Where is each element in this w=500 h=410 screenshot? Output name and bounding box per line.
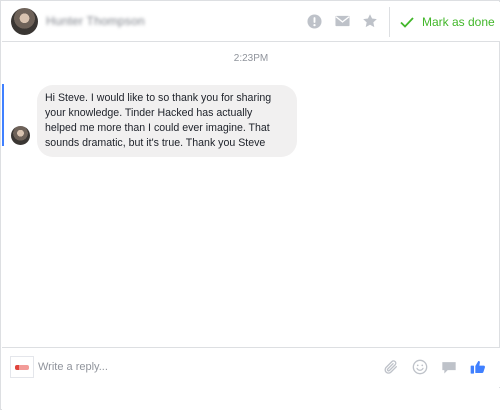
message-bubble: Hi Steve. I would like to so thank you f… <box>37 85 297 157</box>
thumbs-up-icon[interactable] <box>469 358 487 376</box>
sender-avatar[interactable] <box>11 126 30 145</box>
emoji-icon[interactable] <box>411 358 429 376</box>
message-timestamp: 2:23PM <box>233 53 269 64</box>
envelope-icon[interactable] <box>333 12 351 30</box>
contact-name[interactable]: Hunter Thompson <box>46 14 145 28</box>
mark-as-done-label: Mark as done <box>422 15 495 29</box>
reply-input[interactable] <box>38 358 338 376</box>
reply-composer <box>2 347 500 387</box>
paperclip-icon[interactable] <box>382 358 400 376</box>
report-icon[interactable] <box>305 12 323 30</box>
sticker-icon[interactable] <box>440 358 458 376</box>
page-avatar <box>10 356 34 378</box>
checkmark-icon <box>400 16 414 28</box>
unread-indicator <box>2 84 4 146</box>
footer-strip <box>2 388 500 410</box>
mark-as-done-button[interactable]: Mark as done <box>400 13 495 31</box>
page-logo-icon <box>15 364 29 370</box>
star-icon[interactable] <box>361 12 379 30</box>
conversation-header: Hunter Thompson Mark as done <box>2 2 500 42</box>
contact-avatar[interactable] <box>11 8 38 35</box>
conversation-window: Hunter Thompson Mark as done 2:23PM Hi S… <box>0 0 500 410</box>
header-divider <box>389 7 390 37</box>
